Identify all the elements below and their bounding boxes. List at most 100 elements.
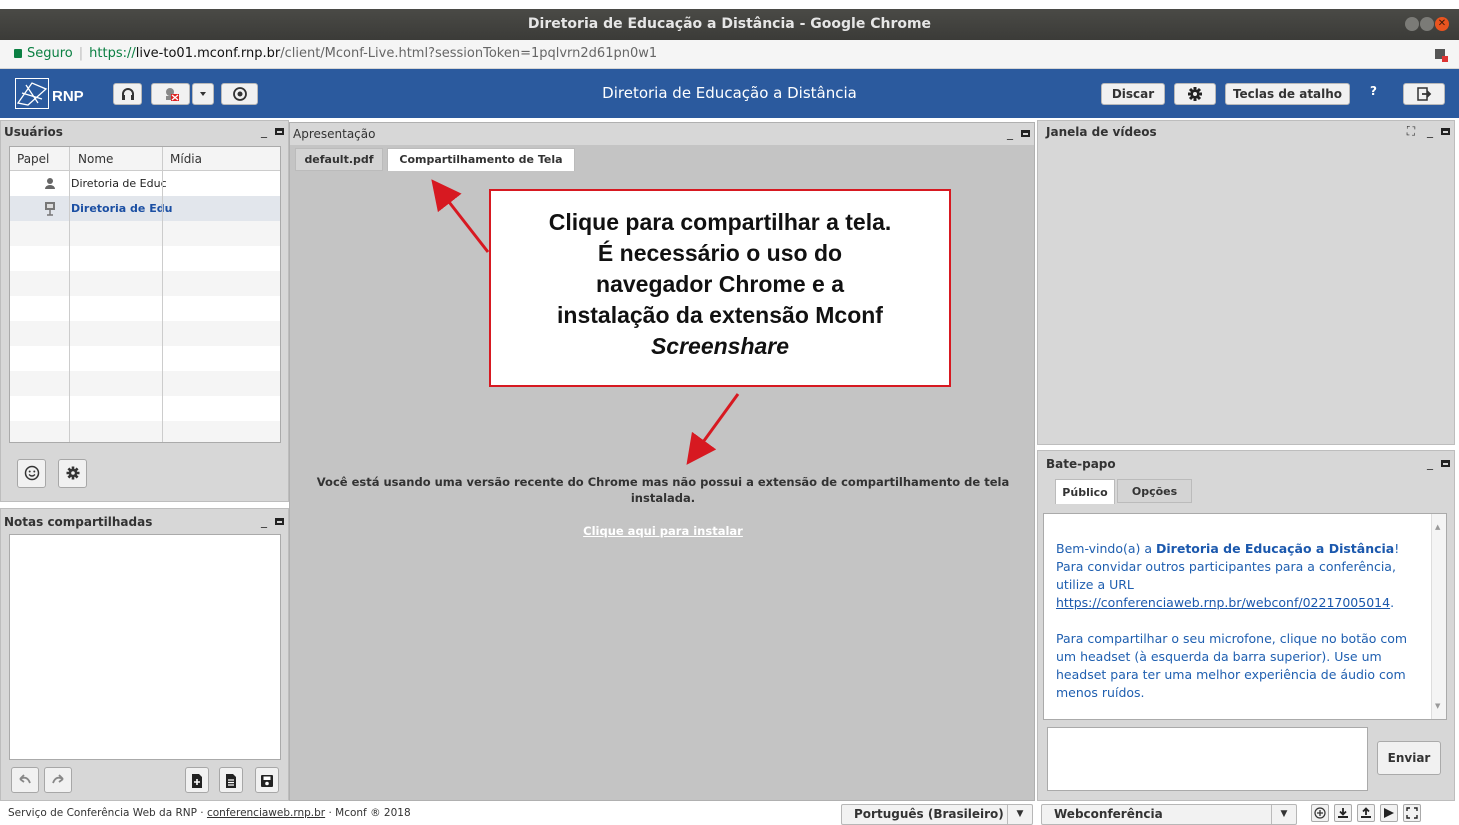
redo-button[interactable] [44,767,72,793]
empty-row [10,371,280,396]
close-icon[interactable]: ✕ [1435,17,1449,31]
fullscreen-icon [1406,807,1418,819]
column-header-media[interactable]: Mídia [170,152,202,166]
save-icon [261,775,273,787]
tab-screenshare[interactable]: Compartilhamento de Tela [387,148,575,171]
headset-icon [121,88,134,100]
chat-message-input[interactable] [1047,727,1368,791]
fullscreen-icon[interactable]: ⛶ [1407,124,1419,138]
language-select[interactable]: Português (Brasileiro) ▼ [841,804,1033,825]
tab-default-pdf[interactable]: default.pdf [295,148,383,171]
column-header-role[interactable]: Papel [17,152,49,166]
users-settings-button[interactable] [58,459,87,488]
column-header-name[interactable]: Nome [78,152,113,166]
minimize-icon[interactable] [1405,17,1419,31]
empty-row [10,221,280,246]
shortcuts-button[interactable]: Teclas de atalho [1225,83,1350,105]
help-button[interactable]: ? [1370,84,1377,98]
instruction-callout: Clique para compartilhar a tela. É neces… [489,189,951,387]
screenshare-missing-extension-message: Você está usando uma versão recente do C… [316,475,1010,505]
discar-button[interactable]: Discar [1101,83,1165,105]
url-scheme: https:// [89,46,136,61]
webcam-dropdown-button[interactable] [192,83,214,105]
layout-select-value: Webconferência [1054,807,1163,821]
broadcast-layout-button[interactable] [1380,804,1398,822]
window-title: Diretoria de Educação a Distância - Goog… [527,16,932,32]
chat-room-name: Diretoria de Educação a Distância [1156,541,1395,556]
fullscreen-button[interactable] [1403,804,1421,822]
empty-row [10,271,280,296]
invite-url-link[interactable]: https://conferenciaweb.rnp.br/webconf/02… [1056,595,1390,610]
webcam-off-icon [165,88,179,101]
webcam-button[interactable] [151,83,190,105]
send-icon [1384,808,1394,818]
add-layout-button[interactable] [1311,804,1329,822]
record-icon [232,87,247,101]
url-path: /client/Mconf-Live.html?sessionToken=1pq… [280,46,658,61]
video-panel: Janela de vídeos ⛶ _ [1037,120,1455,445]
callout-line: instalação da extensão Mconf [557,302,883,328]
empty-row [10,421,280,442]
send-button[interactable]: Enviar [1377,741,1441,775]
footer-service-link[interactable]: conferenciaweb.rnp.br [207,807,325,819]
user-name: Diretoria de Edu [71,202,173,215]
callout-line: Screenshare [491,331,949,362]
chevron-down-icon: ▼ [1271,805,1296,824]
callout-line: Clique para compartilhar a tela. [548,209,892,235]
install-extension-link[interactable]: Clique aqui para instalar [290,524,1036,538]
users-panel-controls[interactable]: _ [261,121,284,141]
settings-button[interactable] [1174,83,1216,105]
logout-button[interactable] [1403,83,1445,105]
presentation-panel-controls[interactable]: _ [1007,123,1030,143]
chat-messages: Bem-vindo(a) a Diretoria de Educação a D… [1043,513,1447,720]
language-select-value: Português (Brasileiro) [854,807,1004,821]
chat-panel-title: Bate-papo [1046,457,1116,471]
record-button[interactable] [221,83,258,105]
window-titlebar: Diretoria de Educação a Distância - Goog… [0,9,1459,40]
undo-icon [19,774,31,784]
extension-icon[interactable] [1435,49,1448,62]
save-note-button[interactable] [255,767,279,793]
plus-circle-icon [1314,807,1326,819]
callout-line: navegador Chrome e a [596,271,844,297]
secure-label: Seguro [27,46,73,61]
chevron-down-icon [200,92,206,96]
open-note-button[interactable] [219,767,243,793]
rnp-logo-text: RNP [52,88,84,105]
chat-panel-controls[interactable]: _ [1427,453,1450,473]
undo-button[interactable] [11,767,39,793]
download-icon [1338,808,1348,818]
user-row[interactable]: Diretoria de Edu [10,196,280,221]
chevron-down-icon: ▼ [1007,805,1032,824]
emoji-status-button[interactable] [17,459,46,488]
layout-select[interactable]: Webconferência ▼ [1041,804,1297,825]
gear-icon [66,466,79,480]
notes-panel-controls[interactable]: _ [261,511,284,531]
shared-notes-editor[interactable] [9,534,281,760]
upload-layout-button[interactable] [1357,804,1375,822]
tab-public-chat[interactable]: Público [1055,479,1115,504]
user-row[interactable]: Diretoria de Educ [10,171,280,196]
presentation-title: Apresentação [290,123,1034,145]
redo-icon [52,774,64,784]
callout-emphasis: Screenshare [650,333,790,359]
smiley-icon [24,465,39,481]
chat-mic-message: Para compartilhar o seu microfone, cliqu… [1056,631,1408,700]
video-panel-title: Janela de vídeos [1046,125,1157,139]
download-layout-button[interactable] [1334,804,1352,822]
new-note-button[interactable] [185,767,209,793]
chat-welcome-message: Bem-vindo(a) a Diretoria de Educação a D… [1056,541,1400,610]
users-panel-title: Usuários [4,125,63,139]
users-grid-header: Papel Nome Mídia [10,147,280,171]
maximize-icon[interactable] [1420,17,1434,31]
tab-chat-options[interactable]: Opções [1117,479,1192,503]
new-document-icon [192,774,202,788]
headset-button[interactable] [113,83,142,105]
address-bar[interactable]: Seguro | https://live-to01.mconf.rnp.br/cl… [0,40,1459,69]
empty-row [10,321,280,346]
user-name: Diretoria de Educ [71,177,167,190]
gear-icon [1188,87,1202,101]
chat-scrollbar[interactable]: ▲ ▼ [1431,514,1446,719]
video-panel-controls[interactable]: ⛶ _ [1407,121,1450,141]
shared-notes-title: Notas compartilhadas [4,515,153,529]
